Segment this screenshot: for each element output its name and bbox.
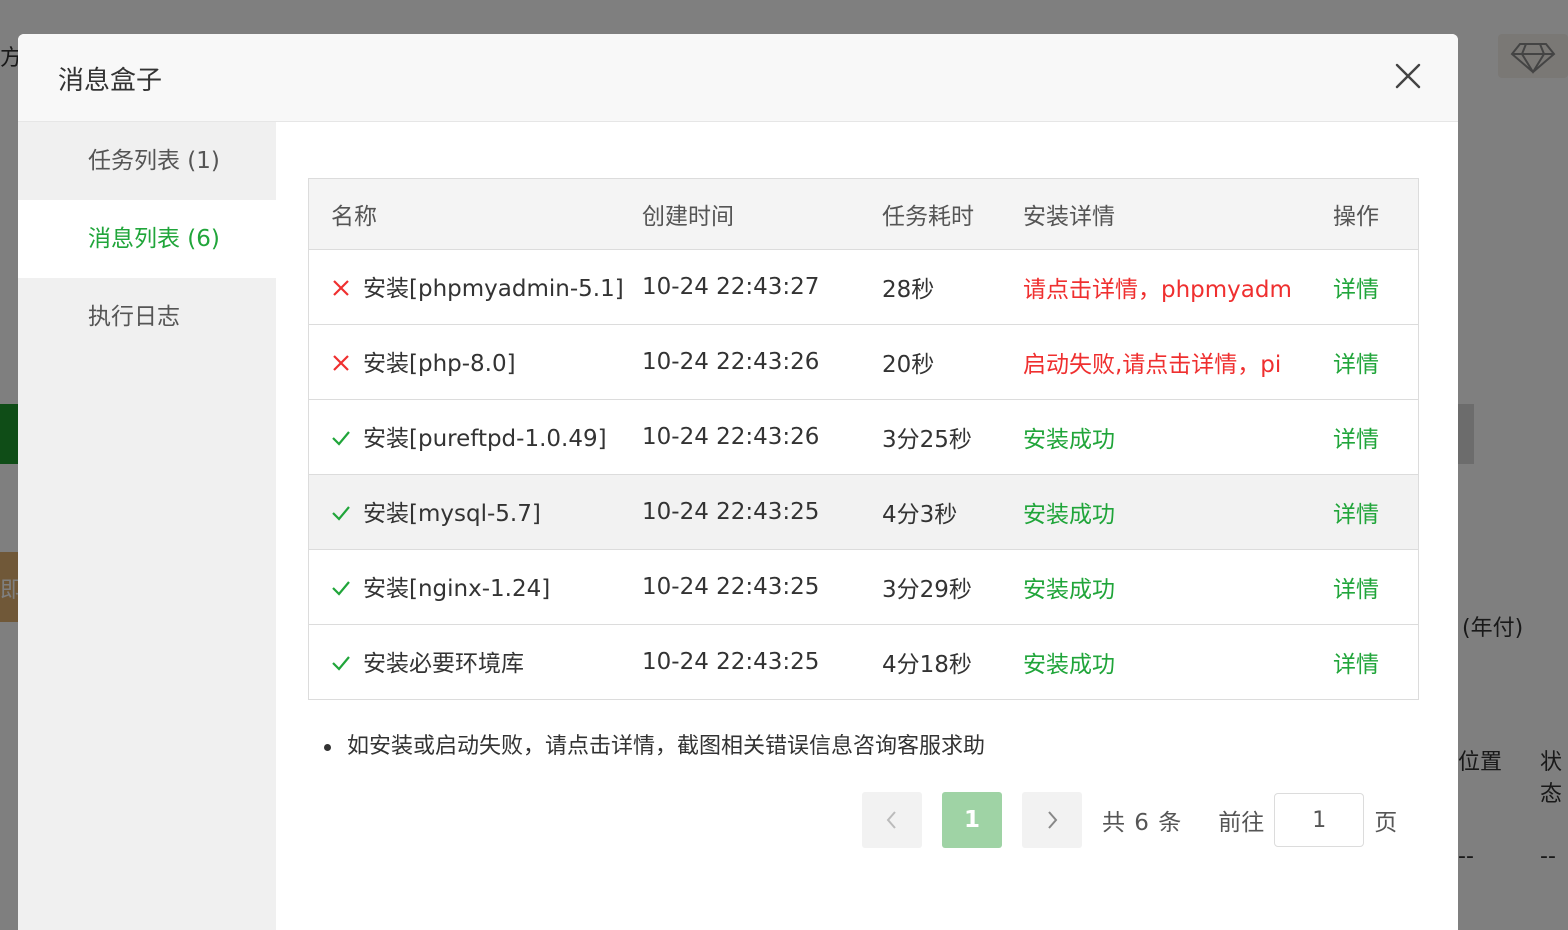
cell-created-time: 10-24 22:43:27 (642, 273, 820, 300)
task-name: 安装[pureftpd-1.0.49] (363, 426, 607, 452)
detail-link[interactable]: 详情 (1333, 577, 1379, 603)
header-install-detail: 安装详情 (1023, 179, 1333, 250)
header-action: 操作 (1333, 179, 1418, 250)
task-name: 安装[nginx-1.24] (363, 576, 551, 602)
table-row: 安装[php-8.0] 10-24 22:43:26 20秒 启动失败,请点击详情，p… (309, 324, 1418, 399)
task-name: 安装[php-8.0] (363, 351, 516, 377)
cell-name: 安装[php-8.0] (309, 324, 642, 399)
cell-name: 安装[pureftpd-1.0.49] (309, 399, 642, 474)
task-name: 安装[mysql-5.7] (363, 501, 541, 527)
sidebar-item-message-list[interactable]: 消息列表 (6) (18, 200, 276, 278)
detail-link[interactable]: 详情 (1333, 652, 1379, 678)
detail-link[interactable]: 详情 (1333, 502, 1379, 528)
cell-duration: 20秒 (882, 351, 935, 378)
cell-created-time: 10-24 22:43:25 (642, 498, 820, 525)
header-duration: 任务耗时 (882, 179, 1023, 250)
header-created-time: 创建时间 (642, 179, 882, 250)
message-table: 名称 创建时间 任务耗时 安装详情 操作 安装[phpmyadmin-5.1] 1… (308, 178, 1419, 700)
table-row: 安装[mysql-5.7] 10-24 22:43:25 4分3秒 安装成功 详情 (309, 474, 1418, 549)
pagination: 1 共 6 条 前往 页 (862, 792, 1397, 848)
sidebar-item-execution-log[interactable]: 执行日志 (18, 278, 276, 356)
cell-install-detail: 安装成功 (1023, 501, 1115, 528)
cell-install-detail: 启动失败,请点击详情，pi (1023, 351, 1282, 378)
cell-action: 详情 (1333, 249, 1418, 324)
task-name: 安装[phpmyadmin-5.1] (363, 276, 624, 302)
cell-name: 安装必要环境库 (309, 624, 642, 699)
sidebar-item-task-list[interactable]: 任务列表 (1) (18, 122, 276, 200)
cell-name: 安装[nginx-1.24] (309, 549, 642, 624)
cell-duration: 3分29秒 (882, 576, 972, 603)
cell-install-detail: 安装成功 (1023, 426, 1115, 453)
success-check-icon (331, 578, 351, 604)
total-count: 共 6 条 (1102, 810, 1183, 836)
cell-action: 详情 (1333, 324, 1418, 399)
cell-action: 详情 (1333, 474, 1418, 549)
success-check-icon (331, 653, 351, 679)
cell-install-detail: 安装成功 (1023, 651, 1115, 678)
help-note: 如安装或启动失败，请点击详情，截图相关错误信息咨询客服求助 (324, 728, 985, 760)
cell-install-detail: 请点击详情，phpmyadm (1023, 276, 1292, 303)
close-icon[interactable] (1388, 56, 1428, 96)
detail-link[interactable]: 详情 (1333, 352, 1379, 378)
table-header-row: 名称 创建时间 任务耗时 安装详情 操作 (309, 179, 1418, 250)
cell-duration: 3分25秒 (882, 426, 972, 453)
cell-action: 详情 (1333, 549, 1418, 624)
table-row: 安装[phpmyadmin-5.1] 10-24 22:43:27 28秒 请点击详情… (309, 249, 1418, 324)
table-row: 安装[nginx-1.24] 10-24 22:43:25 3分29秒 安装成功 详情 (309, 549, 1418, 624)
detail-link[interactable]: 详情 (1333, 277, 1379, 303)
goto-label: 前往 (1218, 810, 1265, 836)
task-name: 安装必要环境库 (363, 651, 524, 678)
chevron-left-icon (886, 811, 896, 829)
error-x-icon (331, 278, 351, 304)
sidebar: 任务列表 (1) 消息列表 (6) 执行日志 (18, 122, 276, 930)
cell-duration: 4分18秒 (882, 651, 972, 678)
table-row: 安装[pureftpd-1.0.49] 10-24 22:43:26 3分25秒 安装… (309, 399, 1418, 474)
table-row: 安装必要环境库 10-24 22:43:25 4分18秒 安装成功 详情 (309, 624, 1418, 699)
cell-install-detail: 安装成功 (1023, 576, 1115, 603)
cell-duration: 4分3秒 (882, 501, 958, 528)
cell-created-time: 10-24 22:43:25 (642, 648, 820, 675)
error-x-icon (331, 353, 351, 379)
cell-name: 安装[phpmyadmin-5.1] (309, 249, 642, 324)
prev-page-button[interactable] (862, 792, 922, 848)
cell-action: 详情 (1333, 624, 1418, 699)
modal-header: 消息盒子 (18, 34, 1458, 122)
goto-page-input[interactable] (1274, 793, 1365, 847)
header-name: 名称 (309, 179, 642, 250)
detail-link[interactable]: 详情 (1333, 427, 1379, 453)
chevron-right-icon (1048, 811, 1058, 829)
page-suffix: 页 (1374, 810, 1398, 836)
cell-action: 详情 (1333, 399, 1418, 474)
success-check-icon (331, 503, 351, 529)
cell-name: 安装[mysql-5.7] (309, 474, 642, 549)
next-page-button[interactable] (1022, 792, 1082, 848)
success-check-icon (331, 428, 351, 454)
modal-title: 消息盒子 (58, 66, 163, 96)
cell-created-time: 10-24 22:43:25 (642, 573, 820, 600)
message-box-modal: 消息盒子 任务列表 (1) 消息列表 (6) 执行日志 名称 创建时间 任务耗时… (18, 34, 1458, 930)
cell-duration: 28秒 (882, 276, 935, 303)
cell-created-time: 10-24 22:43:26 (642, 423, 820, 450)
content-area: 名称 创建时间 任务耗时 安装详情 操作 安装[phpmyadmin-5.1] 1… (276, 122, 1458, 930)
page-number-button[interactable]: 1 (942, 792, 1002, 848)
cell-created-time: 10-24 22:43:26 (642, 348, 820, 375)
